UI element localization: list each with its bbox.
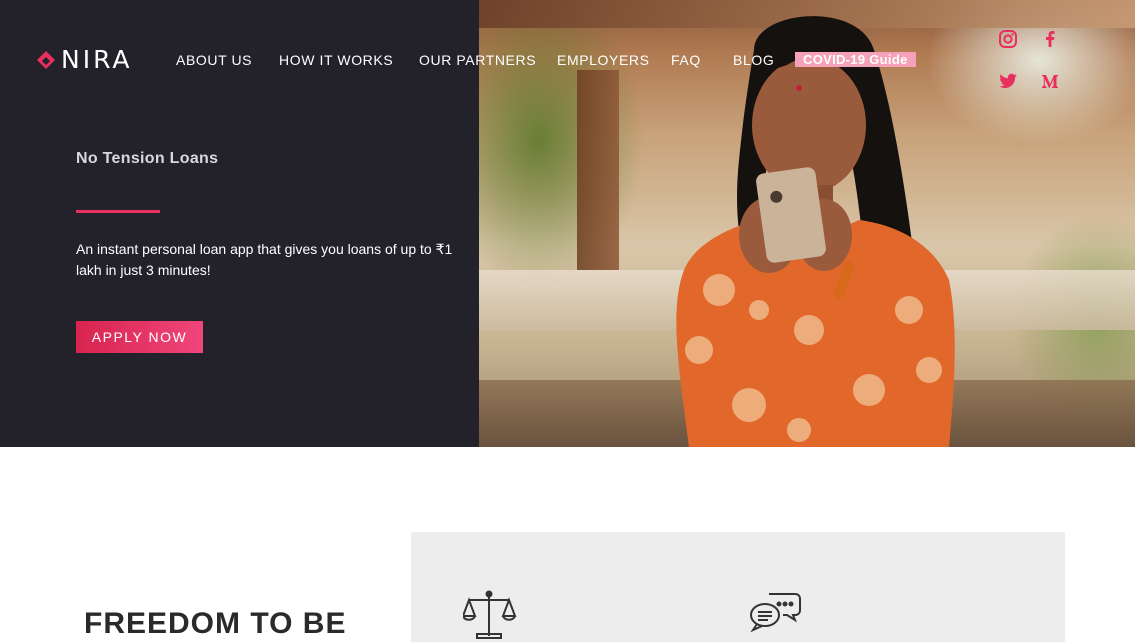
scales-icon <box>463 590 517 639</box>
photo-post <box>577 70 619 270</box>
hero-description: An instant personal loan app that gives … <box>76 241 453 278</box>
features-panel <box>411 532 1065 642</box>
nira-diamond-icon <box>37 51 55 69</box>
nav-blog[interactable]: BLOG <box>733 51 774 69</box>
hero-section: NIRA ABOUT US HOW IT WORKS OUR PARTNERS … <box>0 0 1135 447</box>
section-heading: FREEDOM TO BE <box>84 607 347 640</box>
medium-icon[interactable] <box>1040 71 1060 91</box>
nav-employers[interactable]: EMPLOYERS <box>557 51 650 69</box>
hero-title: No Tension Loans <box>76 150 219 167</box>
apply-now-button[interactable]: APPLY NOW <box>76 321 203 353</box>
nav-covid-guide[interactable]: COVID-19 Guide <box>795 52 916 67</box>
nira-logo[interactable]: NIRA <box>35 46 133 74</box>
nav-about-us[interactable]: ABOUT US <box>176 51 252 69</box>
chat-bubbles-icon <box>750 593 801 633</box>
woman-with-phone-illustration <box>676 16 955 447</box>
nav-how-it-works[interactable]: HOW IT WORKS <box>279 51 393 69</box>
hero-divider <box>76 210 160 213</box>
nav-faq[interactable]: FAQ <box>671 51 701 69</box>
facebook-icon[interactable] <box>1040 29 1060 49</box>
twitter-icon[interactable] <box>998 71 1018 91</box>
instagram-icon[interactable] <box>998 29 1018 49</box>
nav-our-partners[interactable]: OUR PARTNERS <box>419 51 536 69</box>
brand-name: NIRA <box>61 45 133 74</box>
